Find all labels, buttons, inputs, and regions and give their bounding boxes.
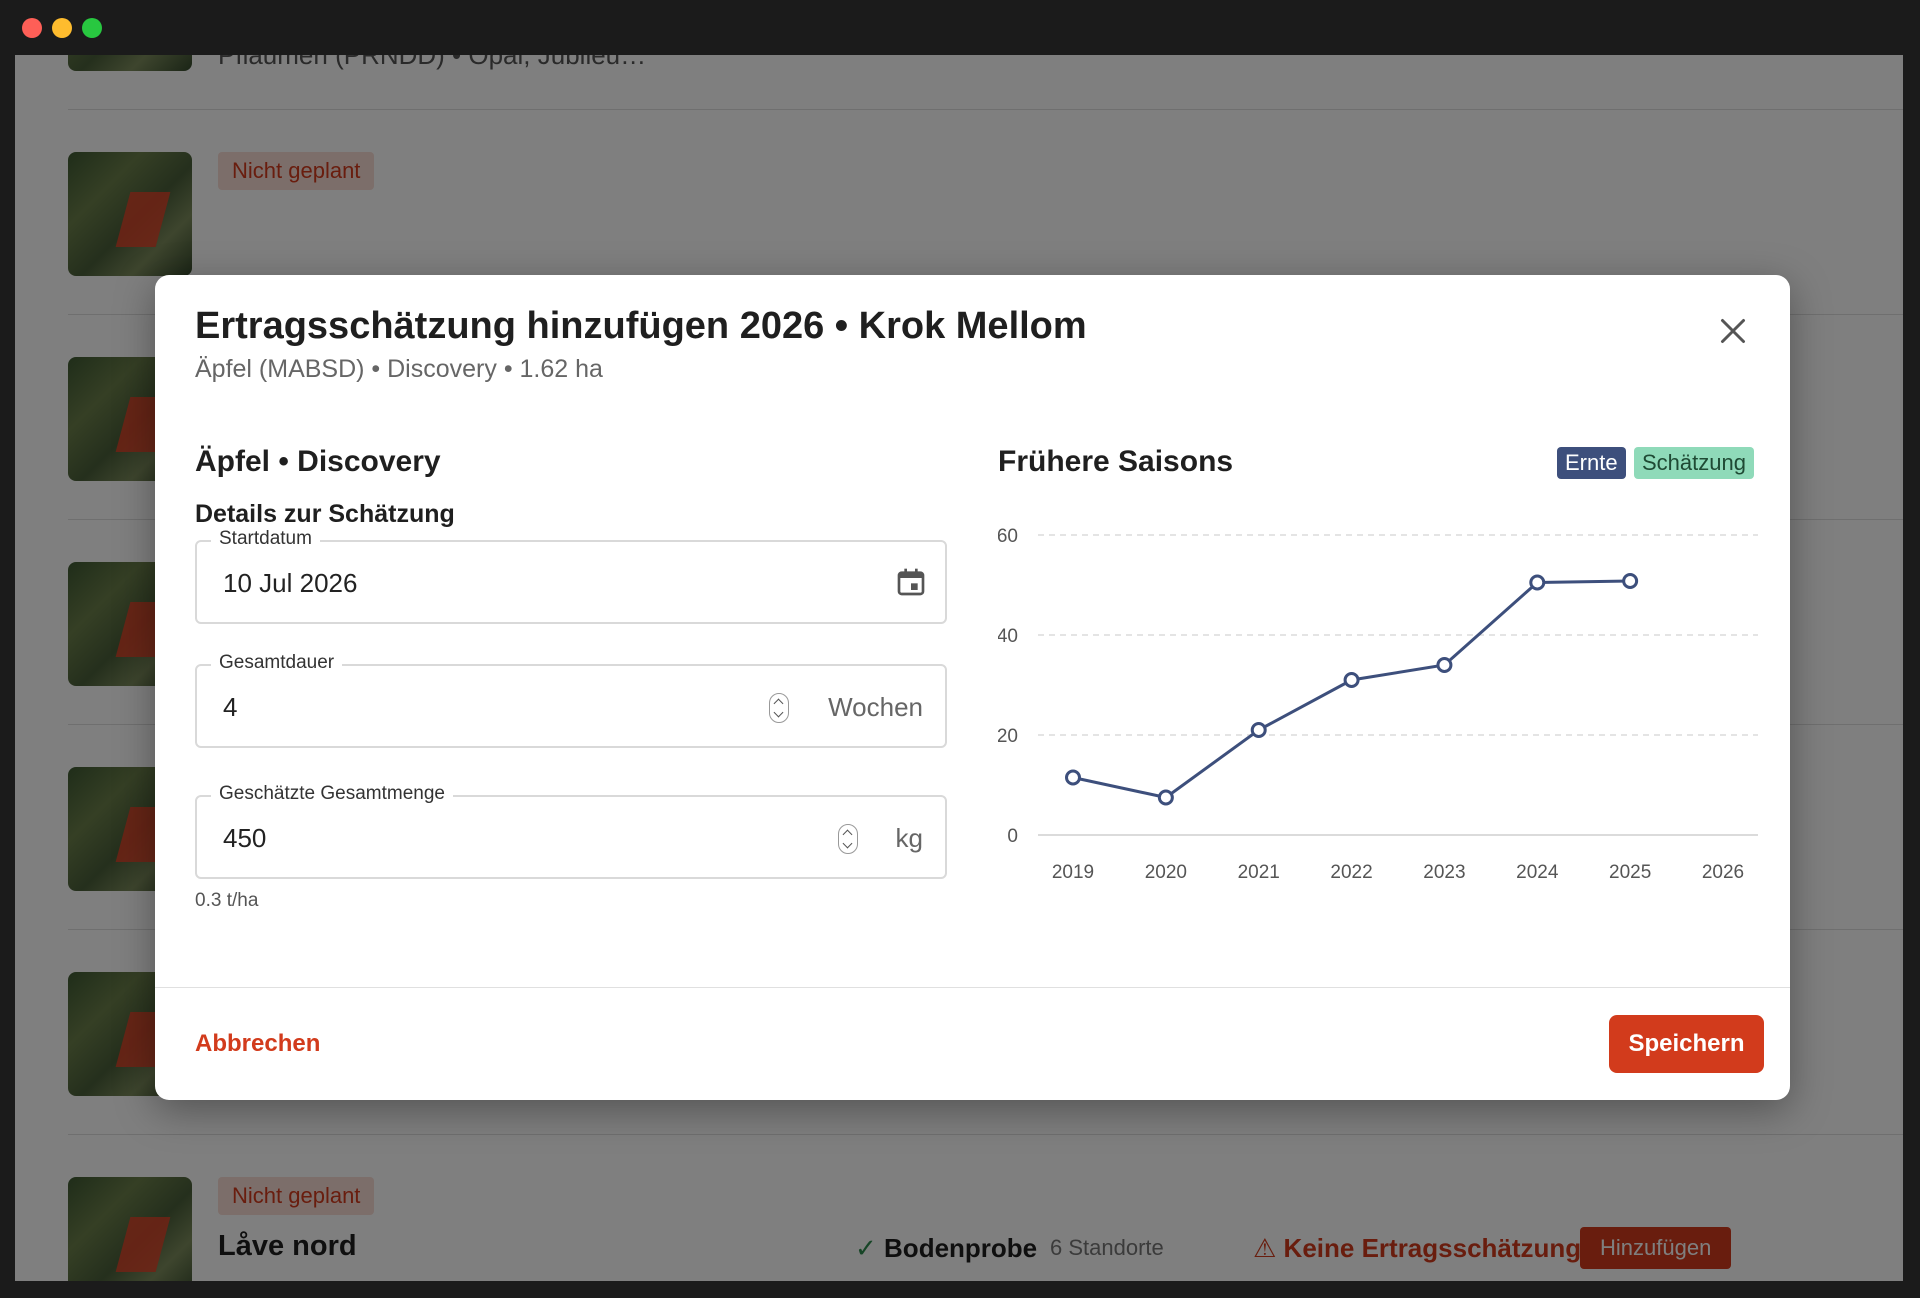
x-tick-label: 2021: [1238, 862, 1280, 883]
start-date-input[interactable]: [223, 568, 673, 599]
yield-per-hectare: 0.3 t/ha: [195, 890, 259, 911]
series-line: [1072, 579, 1631, 800]
details-title: Details zur Schätzung: [195, 500, 455, 528]
data-point: [1529, 574, 1546, 591]
window-titlebar: [0, 0, 1920, 55]
close-icon[interactable]: [1715, 313, 1751, 349]
x-tick-label: 2026: [1702, 862, 1744, 883]
calendar-icon[interactable]: [895, 564, 927, 600]
quantity-label: Geschätzte Gesamtmenge: [211, 783, 453, 805]
quantity-unit: kg: [895, 823, 923, 853]
start-date-field[interactable]: Startdatum: [195, 528, 947, 624]
minimize-window-button[interactable]: [52, 18, 72, 38]
data-point: [1250, 722, 1267, 738]
yield-estimate-dialog: Ertragsschätzung hinzufügen 2026 • Krok …: [155, 275, 1790, 1100]
x-tick-label: 2019: [1052, 862, 1094, 883]
quantity-input[interactable]: [223, 823, 673, 854]
dialog-subtitle: Äpfel (MABSD) • Discovery • 1.62 ha: [195, 355, 603, 383]
y-tick-label: 40: [998, 626, 1018, 647]
duration-field[interactable]: Gesamtdauer Wochen: [195, 652, 947, 748]
data-point: [1436, 657, 1453, 673]
quantity-stepper-icon[interactable]: [838, 824, 858, 854]
x-tick-label: 2020: [1145, 862, 1187, 883]
dialog-title: Ertragsschätzung hinzufügen 2026 • Krok …: [195, 305, 1087, 347]
legend-estimate: Schätzung: [1634, 447, 1754, 479]
chart-title: Frühere Saisons: [998, 445, 1234, 478]
y-tick-label: 0: [1007, 826, 1018, 847]
maximize-window-button[interactable]: [82, 18, 102, 38]
y-tick-label: 60: [998, 526, 1018, 547]
app-content: Pflaumen (PRNDD) • Opal, Jubileu…Nicht g…: [15, 55, 1903, 1281]
x-tick-label: 2024: [1516, 862, 1559, 883]
duration-unit: Wochen: [828, 692, 923, 722]
quantity-field[interactable]: Geschätzte Gesamtmenge kg: [195, 783, 947, 879]
cancel-button[interactable]: Abbrechen: [195, 1030, 320, 1058]
data-point: [1343, 672, 1360, 688]
legend-harvest: Ernte: [1557, 447, 1626, 479]
y-tick-label: 20: [998, 726, 1018, 747]
x-tick-label: 2023: [1423, 862, 1465, 883]
crop-section-title: Äpfel • Discovery: [195, 445, 441, 478]
footer-divider: [155, 987, 1790, 988]
close-window-button[interactable]: [22, 18, 42, 38]
save-button[interactable]: Speichern: [1609, 1015, 1764, 1073]
data-point: [1157, 789, 1174, 806]
data-point: [1065, 769, 1081, 786]
data-point: [1622, 573, 1639, 589]
duration-stepper-icon[interactable]: [769, 693, 789, 723]
previous-seasons-chart: 0 20 40 60 2019 2020 2021 2022 2023 2024 2025 2026: [998, 526, 1758, 883]
x-tick-label: 2025: [1609, 862, 1651, 883]
duration-input[interactable]: [223, 692, 673, 723]
duration-label: Gesamtdauer: [211, 652, 343, 674]
start-date-label: Startdatum: [211, 528, 320, 550]
x-tick-label: 2022: [1330, 862, 1372, 883]
